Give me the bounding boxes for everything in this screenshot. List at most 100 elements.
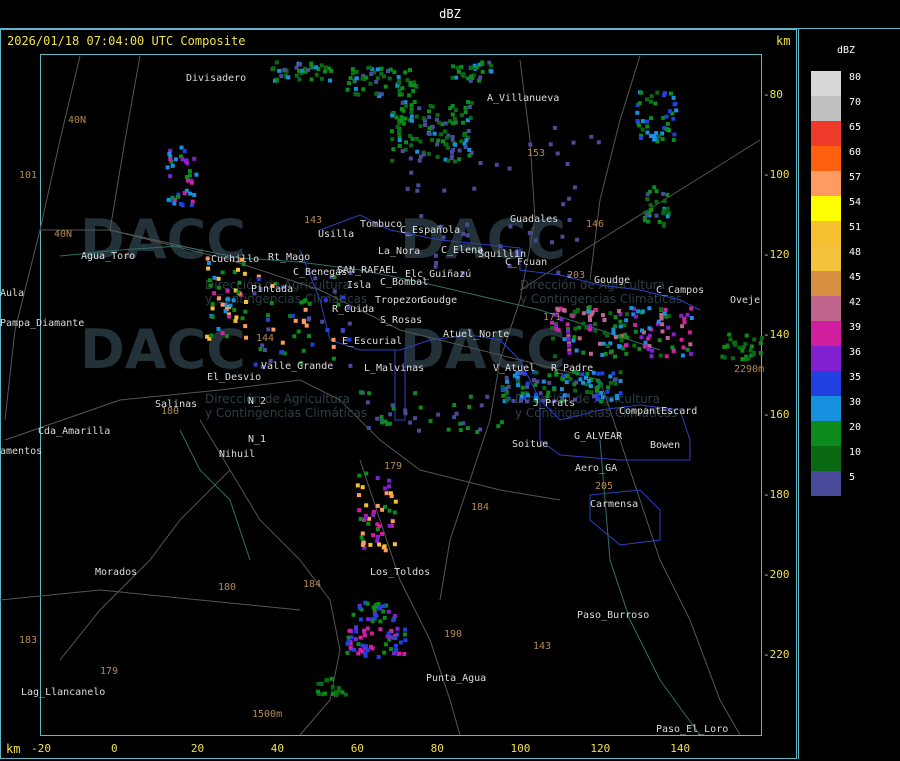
place-label: Bowen xyxy=(650,440,681,451)
radar-echo xyxy=(419,214,424,219)
radar-echo xyxy=(658,353,663,358)
radar-echo xyxy=(612,377,617,382)
radar-echo xyxy=(417,106,422,111)
radar-echo xyxy=(671,95,676,100)
radar-echo xyxy=(325,678,330,683)
route-label: 146 xyxy=(586,219,605,230)
radar-echo xyxy=(327,66,332,71)
radar-echo xyxy=(649,354,654,359)
radar-echo xyxy=(446,427,451,432)
place-label: Oveje xyxy=(730,295,761,306)
radar-echo xyxy=(210,302,215,307)
radar-echo xyxy=(465,426,470,431)
route-label: 179 xyxy=(100,666,119,677)
radar-echo xyxy=(390,137,395,142)
radar-echo xyxy=(640,309,645,314)
radar-echo xyxy=(336,685,341,690)
radar-echo xyxy=(225,288,230,293)
radar-echo xyxy=(505,379,510,384)
legend-swatch xyxy=(811,346,841,371)
radar-echo xyxy=(379,71,384,76)
radar-echo xyxy=(468,78,473,83)
radar-echo xyxy=(408,420,413,425)
radar-echo xyxy=(387,523,392,528)
radar-echo xyxy=(463,145,468,149)
place-label: V_Atuel xyxy=(493,363,536,374)
radar-echo xyxy=(674,108,679,113)
radar-echo xyxy=(581,321,586,326)
radar-echo xyxy=(383,486,388,491)
radar-echo xyxy=(386,631,391,636)
radar-echo xyxy=(354,76,359,81)
road xyxy=(359,459,461,736)
place-label: C_Española xyxy=(400,225,461,236)
legend-value: 10 xyxy=(849,447,862,458)
radar-echo xyxy=(301,348,306,353)
place-label: C_Campos xyxy=(656,285,705,296)
radar-echo xyxy=(685,312,690,317)
radar-echo xyxy=(457,157,462,162)
place-label: J_Prats xyxy=(533,398,576,409)
radar-echo xyxy=(433,253,438,258)
radar-echo xyxy=(596,140,601,145)
radar-echo xyxy=(380,531,385,536)
radar-echo xyxy=(652,185,657,190)
radar-echo xyxy=(519,398,523,403)
radar-echo xyxy=(227,314,231,319)
radar-echo xyxy=(730,356,735,361)
place-label: Atuel_Norte xyxy=(443,329,510,340)
radar-echo xyxy=(369,72,374,76)
radar-echo xyxy=(639,90,644,95)
radar-echo xyxy=(375,534,380,539)
route-label: 2290m xyxy=(734,364,765,375)
radar-echo xyxy=(365,648,370,653)
radar-echo xyxy=(243,324,248,329)
river xyxy=(599,439,701,736)
place-label: Pintada xyxy=(251,284,294,295)
radar-echo xyxy=(394,115,399,120)
radar-echo xyxy=(332,289,337,294)
y-tick-label: -100 xyxy=(763,168,790,181)
radar-echo xyxy=(654,199,659,204)
radar-echo xyxy=(216,326,221,331)
radar-echo xyxy=(351,612,356,617)
radar-echo xyxy=(565,162,570,166)
radar-echo xyxy=(541,379,546,384)
road xyxy=(0,589,301,611)
radar-echo xyxy=(400,149,405,153)
radar-echo xyxy=(649,208,653,212)
radar-echo xyxy=(340,295,345,300)
radar-echo xyxy=(643,340,648,345)
radar-echo xyxy=(450,104,455,108)
radar-echo xyxy=(632,343,637,348)
radar-echo xyxy=(659,313,664,318)
radar-echo xyxy=(356,92,361,97)
radar-echo xyxy=(455,65,460,70)
radar-echo xyxy=(368,542,373,547)
place-label: Tropezon xyxy=(375,295,424,306)
radar-echo xyxy=(357,605,362,610)
radar-echo xyxy=(571,140,576,145)
legend-value: 57 xyxy=(849,172,862,183)
radar-echo xyxy=(474,65,479,70)
radar-echo xyxy=(360,76,365,81)
radar-echo xyxy=(648,189,652,194)
radar-echo xyxy=(450,137,455,142)
radar-echo xyxy=(603,351,608,356)
radar-echo xyxy=(672,132,677,137)
route-label: 153 xyxy=(527,148,546,159)
radar-echo xyxy=(581,350,586,355)
radar-echo xyxy=(205,334,210,339)
radar-echo xyxy=(432,131,437,136)
radar-echo xyxy=(504,375,509,380)
radar-echo xyxy=(386,609,391,614)
road xyxy=(199,419,341,736)
radar-echo xyxy=(402,652,407,656)
radar-echo xyxy=(236,290,241,295)
radar-echo xyxy=(323,298,328,303)
legend-swatch xyxy=(811,321,841,346)
radar-echo xyxy=(602,318,607,323)
radar-echo xyxy=(469,100,474,105)
radar-echo xyxy=(453,142,458,147)
radar-echo xyxy=(450,75,455,80)
